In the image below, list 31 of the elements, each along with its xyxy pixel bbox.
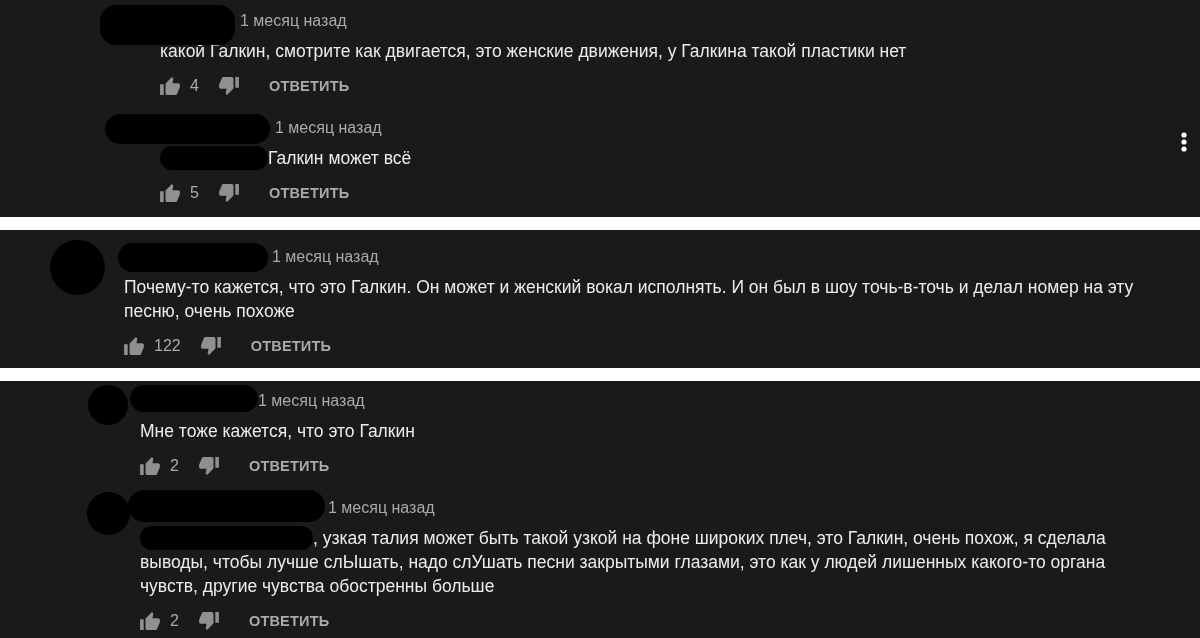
timestamp: 1 месяц назад: [272, 248, 379, 266]
like-count: 122: [154, 337, 181, 355]
thumbs-up-icon[interactable]: [124, 337, 144, 355]
thumbs-down-icon[interactable]: [200, 337, 221, 355]
reply-button[interactable]: ОТВЕТИТЬ: [268, 70, 350, 102]
comment-text: Почему-то кажется, что это Галкин. Он может и женский вокал исполнять. И он был в шоу точь-в-точь и делал номер на эту песню, очень похоже: [124, 277, 1134, 321]
more-options-icon[interactable]: [1181, 132, 1187, 152]
comment-text: , узкая талия может быть такой узкой на фоне широких плеч, это Галкин, очень похож, я сделала выводы, чтобы лучше слЫшать, надо слУшать песни закрытыми глазами, это как у людей лишенных какого-то органа чувств, другие чувства обостренны больше: [140, 528, 1106, 596]
reply-button[interactable]: ОТВЕТИТЬ: [250, 330, 332, 362]
timestamp: 1 месяц назад: [275, 119, 382, 137]
timestamp: 1 месяц назад: [328, 499, 435, 517]
reply-button[interactable]: ОТВЕТИТЬ: [248, 450, 330, 482]
thumbs-up-icon[interactable]: [140, 457, 160, 475]
like-count: 4: [190, 77, 199, 95]
thumbs-down-icon[interactable]: [198, 612, 219, 630]
thumbs-down-icon[interactable]: [218, 77, 239, 95]
like-count: 5: [190, 184, 199, 202]
comment-text: Галкин может всё: [268, 148, 412, 168]
timestamp: 1 месяц назад: [258, 392, 365, 410]
reply-button[interactable]: ОТВЕТИТЬ: [268, 177, 350, 209]
reply-button[interactable]: ОТВЕТИТЬ: [248, 605, 330, 637]
thumbs-down-icon[interactable]: [198, 457, 219, 475]
like-count: 2: [170, 612, 179, 630]
timestamp: 1 месяц назад: [240, 12, 347, 30]
comment-text: Мне тоже кажется, что это Галкин: [140, 421, 415, 441]
comment-text: какой Галкин, смотрите как двигается, это женские движения, у Галкина такой пластики нет: [160, 41, 907, 61]
thumbs-up-icon[interactable]: [160, 77, 180, 95]
like-count: 2: [170, 457, 179, 475]
thumbs-up-icon[interactable]: [160, 184, 180, 202]
thumbs-down-icon[interactable]: [218, 184, 239, 202]
thumbs-up-icon[interactable]: [140, 612, 160, 630]
